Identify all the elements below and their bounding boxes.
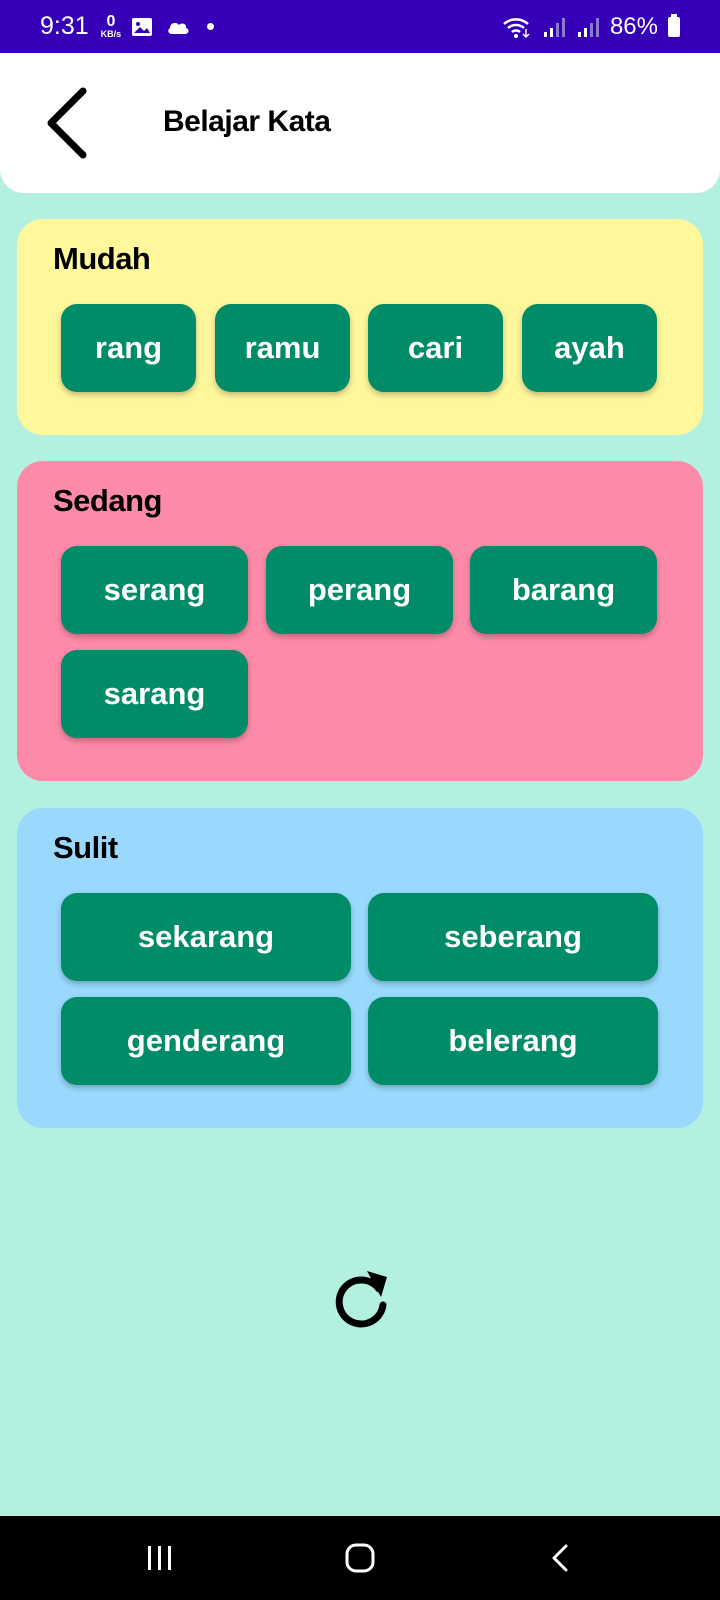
net-speed-value: 0 <box>106 13 116 30</box>
level-title: Sedang <box>53 483 162 518</box>
word-button[interactable]: ayah <box>522 304 657 392</box>
level-card-mudah: Mudah rang ramu cari ayah <box>17 219 703 435</box>
app-header: Belajar Kata <box>0 53 720 193</box>
wifi-icon <box>503 17 530 38</box>
level-card-sedang: Sedang serang perang barang sarang <box>17 461 703 781</box>
battery-icon <box>668 13 680 37</box>
back-button[interactable] <box>38 83 94 163</box>
word-button[interactable]: sekarang <box>61 893 351 981</box>
gallery-icon <box>132 17 153 36</box>
signal-icon <box>577 17 599 37</box>
status-time: 9:31 <box>40 12 89 40</box>
word-button[interactable]: rang <box>61 304 196 392</box>
chevron-left-icon <box>47 87 87 159</box>
battery-percent: 86% <box>609 12 658 40</box>
word-button[interactable]: serang <box>61 546 248 634</box>
net-speed-unit: KB/s <box>100 29 122 39</box>
recent-apps-button[interactable] <box>120 1528 200 1588</box>
net-speed: 0 KB/s <box>101 14 122 39</box>
cloud-icon <box>168 22 189 34</box>
word-button[interactable]: ramu <box>215 304 350 392</box>
refresh-icon <box>335 1271 387 1328</box>
word-button[interactable]: seberang <box>368 893 658 981</box>
word-button[interactable]: cari <box>368 304 503 392</box>
word-button[interactable]: belerang <box>368 997 658 1085</box>
signal-icon <box>543 17 565 37</box>
level-title: Mudah <box>53 241 151 276</box>
back-icon <box>552 1544 568 1572</box>
level-card-sulit: Sulit sekarang seberang genderang belera… <box>17 808 703 1128</box>
level-title: Sulit <box>53 830 118 865</box>
nav-back-button[interactable] <box>520 1528 600 1588</box>
system-nav-bar <box>0 1516 720 1600</box>
word-button[interactable]: perang <box>266 546 453 634</box>
word-button[interactable]: genderang <box>61 997 351 1085</box>
home-icon <box>345 1543 375 1573</box>
recent-apps-icon <box>148 1546 171 1570</box>
home-button[interactable] <box>320 1528 400 1588</box>
word-button[interactable]: barang <box>470 546 657 634</box>
notification-dot <box>207 23 215 30</box>
page-title: Belajar Kata <box>163 105 331 138</box>
status-bar: 9:31 0 KB/s 86% <box>0 0 720 53</box>
word-button[interactable]: sarang <box>61 650 248 738</box>
refresh-button[interactable] <box>326 1264 396 1334</box>
